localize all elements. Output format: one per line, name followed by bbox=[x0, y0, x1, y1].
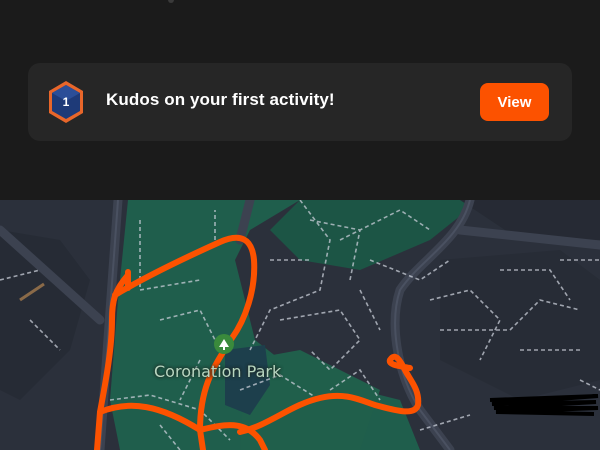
park-name-label: Coronation Park bbox=[154, 362, 282, 381]
park-pin-icon[interactable] bbox=[213, 333, 235, 355]
notification-message: Kudos on your first activity! bbox=[106, 90, 335, 109]
achievement-badge-icon: 1 bbox=[46, 79, 86, 125]
activity-screen: 1 Kudos on your first activity! View Cor… bbox=[0, 0, 600, 450]
route-map[interactable]: Coronation Park bbox=[0, 200, 600, 450]
redaction-scribble bbox=[489, 394, 599, 416]
badge-number: 1 bbox=[62, 95, 70, 109]
drag-handle[interactable] bbox=[168, 0, 174, 3]
kudos-notification-card[interactable]: 1 Kudos on your first activity! View bbox=[28, 63, 572, 141]
view-button[interactable]: View bbox=[480, 83, 549, 121]
